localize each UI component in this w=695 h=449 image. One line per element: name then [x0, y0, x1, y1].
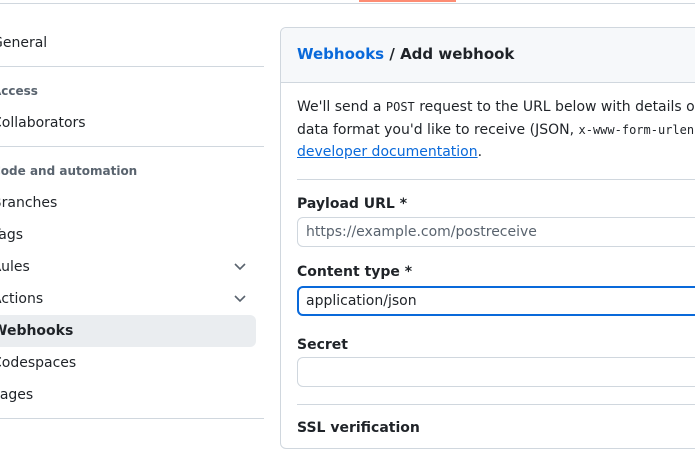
chevron-down-icon[interactable]	[232, 294, 248, 304]
breadcrumb-separator: /	[384, 45, 400, 63]
sidebar-item-label: Actions	[0, 283, 43, 315]
sidebar-item-pages[interactable]: Pages	[0, 379, 256, 411]
webhook-description: We'll send a POST request to the URL bel…	[297, 96, 695, 164]
add-webhook-panel: Webhooks / Add webhook We'll send a POST…	[280, 27, 695, 449]
sidebar-item-label: Tags	[0, 219, 23, 251]
section-heading-access: Access	[0, 83, 38, 99]
chevron-down-icon[interactable]	[232, 262, 248, 272]
sidebar-item-label: Rules	[0, 251, 30, 283]
sidebar-item-tags[interactable]: Tags	[0, 219, 256, 251]
sidebar-item-label: Webhooks	[0, 315, 73, 347]
sidebar-divider	[0, 146, 264, 147]
sidebar-item-label: Branches	[0, 187, 57, 219]
sidebar-item-label: Collaborators	[0, 107, 86, 139]
content-type-value: application/json	[306, 293, 417, 309]
desc-code: x-www-form-urlencoded	[579, 123, 695, 137]
secret-input[interactable]	[297, 357, 695, 387]
active-tab-underline	[359, 0, 456, 2]
sidebar-divider	[0, 66, 264, 67]
sidebar-item-actions[interactable]: Actions	[0, 283, 256, 315]
sidebar-item-collaborators[interactable]: Collaborators	[0, 107, 256, 139]
desc-text: .	[478, 144, 482, 160]
sidebar-item-branches[interactable]: Branches	[0, 187, 256, 219]
section-divider	[297, 179, 695, 180]
desc-code: POST	[386, 100, 415, 114]
payload-url-label: Payload URL *	[297, 196, 407, 212]
sidebar-item-label: Pages	[0, 379, 33, 411]
secret-label: Secret	[297, 337, 348, 353]
desc-text: request to the URL below with details of…	[415, 99, 695, 115]
content-type-select[interactable]: application/json	[297, 286, 695, 316]
sidebar-item-general[interactable]: General	[0, 27, 256, 59]
desc-text: We'll send a	[297, 99, 386, 115]
breadcrumb-webhooks-link[interactable]: Webhooks	[297, 45, 384, 63]
sidebar-divider	[0, 418, 264, 419]
content-type-label: Content type *	[297, 264, 412, 280]
payload-url-input[interactable]	[297, 217, 695, 247]
panel-header: Webhooks / Add webhook	[281, 28, 695, 83]
section-heading-code-automation: Code and automation	[0, 163, 137, 179]
sidebar-item-rules[interactable]: Rules	[0, 251, 256, 283]
settings-sidebar: General Access Collaborators Code and au…	[0, 0, 264, 428]
developer-docs-link[interactable]: developer documentation	[297, 144, 478, 160]
sidebar-item-codespaces[interactable]: Codespaces	[0, 347, 256, 379]
page-title: Add webhook	[400, 45, 514, 63]
sidebar-item-label: Codespaces	[0, 347, 76, 379]
sidebar-item-webhooks[interactable]: Webhooks	[0, 315, 256, 347]
sidebar-item-label: General	[0, 27, 47, 59]
desc-text: data format you'd like to receive (JSON,	[297, 122, 579, 138]
breadcrumb: Webhooks / Add webhook	[297, 45, 514, 63]
section-divider	[297, 404, 695, 405]
ssl-verification-label: SSL verification	[297, 420, 420, 436]
